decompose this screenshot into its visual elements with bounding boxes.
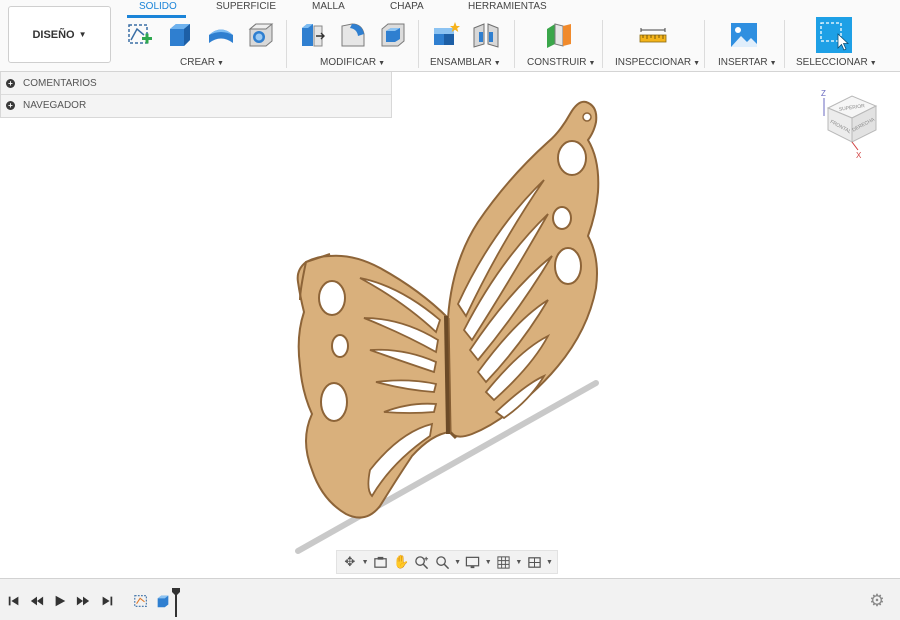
extrude-icon	[170, 24, 190, 46]
group-modificar-label: MODIFICAR	[320, 57, 377, 68]
group-separator	[286, 20, 287, 68]
active-tab-indicator	[127, 15, 186, 18]
press-pull-icon	[302, 24, 325, 47]
group-crear-menu[interactable]: CREAR ▼	[180, 57, 224, 68]
group-separator	[704, 20, 705, 68]
group-seleccionar-menu[interactable]: SELECCIONAR ▼	[796, 57, 877, 68]
group-crear-label: CREAR	[180, 57, 216, 68]
step-forward-icon[interactable]	[75, 593, 91, 609]
orbit-icon[interactable]: ✥	[341, 552, 359, 572]
chevron-down-icon: ▼	[869, 60, 877, 67]
fillet-icon	[341, 23, 365, 47]
butterfly-right-wing[interactable]	[446, 100, 600, 440]
group-separator	[784, 20, 785, 68]
chevron-down-icon: ▼	[588, 60, 596, 67]
chevron-down-icon[interactable]: ▼	[546, 552, 553, 572]
measure-button[interactable]	[637, 19, 669, 51]
shell-button[interactable]	[377, 19, 409, 51]
timeline-bar: ⚙	[0, 578, 900, 620]
group-separator	[602, 20, 603, 68]
fillet-button[interactable]	[337, 19, 369, 51]
tab-solido[interactable]: SOLIDO	[139, 0, 177, 16]
group-separator	[514, 20, 515, 68]
fusion-app: DISEÑO ▼ SOLIDO SUPERFICIE MALLA CHAPA H…	[0, 0, 900, 620]
revolve-icon	[209, 29, 233, 43]
chevron-down-icon[interactable]: ▼	[362, 552, 369, 572]
revolve-button[interactable]	[205, 19, 237, 51]
group-construir-menu[interactable]: CONSTRUIR ▼	[527, 57, 595, 68]
create-sketch-button[interactable]	[124, 19, 156, 51]
group-insertar-label: INSERTAR	[718, 57, 768, 68]
viewport-canvas[interactable]	[0, 72, 900, 577]
group-modificar-menu[interactable]: MODIFICAR ▼	[320, 57, 385, 68]
toolbar: DISEÑO ▼ SOLIDO SUPERFICIE MALLA CHAPA H…	[0, 0, 900, 72]
play-icon[interactable]	[52, 593, 68, 609]
timeline-extrude-feature-icon[interactable]	[154, 593, 172, 609]
hole-button[interactable]	[245, 19, 277, 51]
chevron-down-icon: ▼	[217, 60, 224, 67]
axis-x-label: X	[856, 151, 862, 160]
chevron-down-icon: ▼	[769, 60, 777, 67]
extrude-button[interactable]	[164, 19, 196, 51]
chevron-down-icon[interactable]: ▼	[515, 552, 522, 572]
butterfly-body	[444, 315, 450, 435]
zoom-icon[interactable]	[413, 552, 431, 572]
insert-image-button[interactable]	[728, 19, 760, 51]
tab-superficie[interactable]: SUPERFICIE	[216, 0, 276, 16]
fit-icon[interactable]	[433, 552, 451, 572]
shell-icon	[381, 23, 405, 47]
navigation-bar: ✥ ▼ ✋ ▼ ▼ ▼ ▼	[336, 550, 558, 574]
chevron-down-icon[interactable]: ▼	[485, 552, 492, 572]
tab-herramientas[interactable]: HERRAMIENTAS	[468, 0, 547, 16]
gear-icon[interactable]: ⚙	[868, 592, 886, 610]
offset-plane-button[interactable]	[542, 19, 574, 51]
chevron-down-icon: ▼	[378, 60, 386, 67]
step-back-icon[interactable]	[29, 593, 45, 609]
group-ensamblar-label: ENSAMBLAR	[430, 57, 492, 68]
view-cube[interactable]: Z SUPERIOR FRONTAL DERECHA X	[818, 86, 884, 164]
create-sketch-icon	[128, 24, 152, 44]
new-component-button[interactable]	[430, 19, 462, 51]
tab-chapa[interactable]: CHAPA	[390, 0, 424, 16]
select-button[interactable]	[816, 17, 852, 53]
workspace-switcher-button[interactable]: DISEÑO ▼	[8, 6, 111, 63]
group-insertar-menu[interactable]: INSERTAR ▼	[718, 57, 777, 68]
tab-malla[interactable]: MALLA	[312, 0, 345, 16]
grid-settings-icon[interactable]	[495, 552, 513, 572]
display-settings-icon[interactable]	[464, 552, 482, 572]
new-component-icon	[434, 22, 460, 45]
chevron-down-icon: ▼	[693, 60, 701, 67]
select-icon	[816, 17, 852, 53]
group-ensamblar-menu[interactable]: ENSAMBLAR ▼	[430, 57, 501, 68]
press-pull-button[interactable]	[297, 19, 329, 51]
timeline-marker[interactable]	[171, 587, 181, 617]
workspace-label: DISEÑO	[32, 28, 75, 41]
go-to-start-icon[interactable]	[6, 593, 22, 609]
group-inspeccionar-label: INSPECCIONAR	[615, 57, 692, 68]
group-construir-label: CONSTRUIR	[527, 57, 587, 68]
hole-icon	[248, 23, 274, 47]
group-seleccionar-label: SELECCIONAR	[796, 57, 868, 68]
timeline-sketch-feature-icon[interactable]	[132, 593, 150, 609]
measure-icon	[639, 28, 667, 43]
look-at-icon[interactable]	[372, 552, 390, 572]
chevron-down-icon: ▼	[78, 30, 87, 39]
pan-icon[interactable]: ✋	[392, 552, 410, 572]
viewports-icon[interactable]	[525, 552, 543, 572]
axis-z-label: Z	[821, 89, 826, 98]
chevron-down-icon[interactable]: ▼	[454, 552, 461, 572]
go-to-end-icon[interactable]	[99, 593, 115, 609]
insert-image-icon	[731, 23, 757, 47]
group-separator	[418, 20, 419, 68]
joint-icon	[473, 23, 499, 48]
group-inspeccionar-menu[interactable]: INSPECCIONAR ▼	[615, 57, 700, 68]
joint-button[interactable]	[470, 19, 502, 51]
chevron-down-icon: ▼	[493, 60, 501, 67]
offset-plane-icon	[547, 23, 571, 48]
